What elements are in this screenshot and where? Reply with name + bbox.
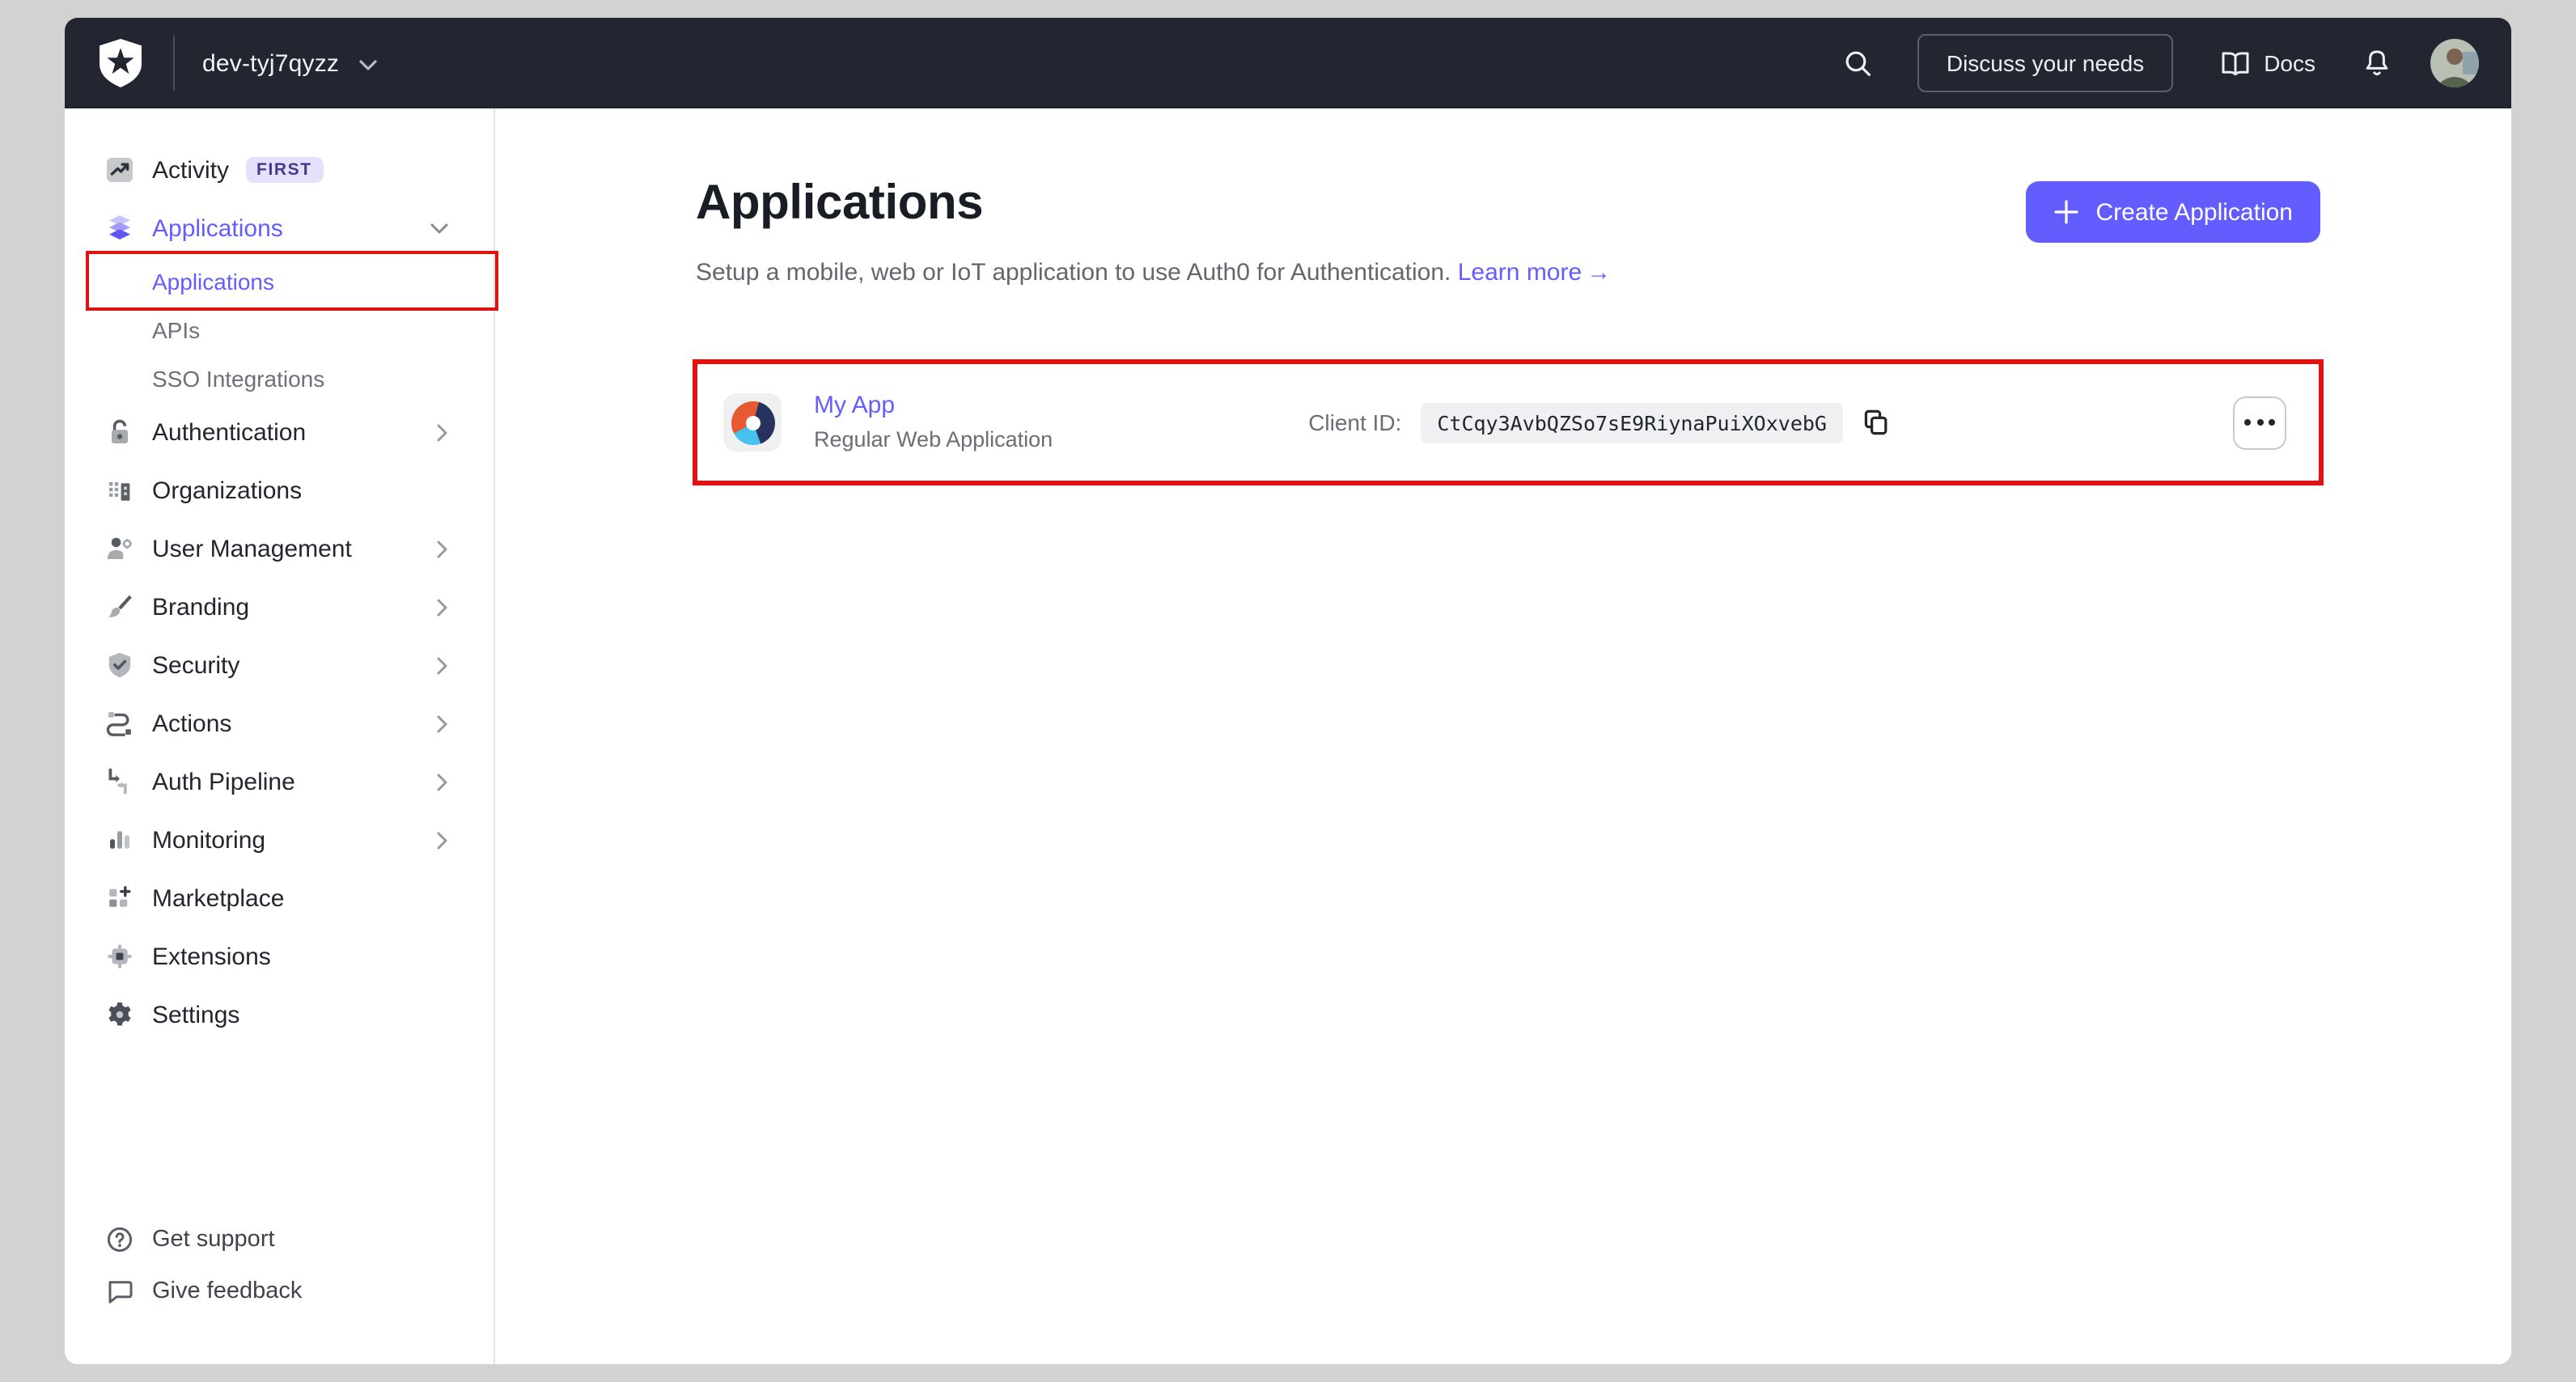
user-gear-icon [105,534,134,563]
sidebar-item-authentication[interactable]: Authentication [65,403,494,461]
sidebar-subitem-label: Applications [152,269,274,295]
sidebar-item-label: Extensions [152,943,271,970]
tenant-name: dev-tyj7qyzz [202,49,340,77]
sidebar-subitem-apis[interactable]: APIs [65,306,494,354]
sidebar-item-label: User Management [152,535,352,562]
sidebar-subitem-label: APIs [152,317,201,343]
application-type: Regular Web Application [814,427,1053,451]
sidebar-item-label: Organizations [152,477,303,504]
chevron-right-icon [437,656,448,674]
chevron-down-icon [430,223,448,234]
create-application-label: Create Application [2095,198,2294,226]
shield-check-icon [105,651,134,680]
sidebar-item-label: Settings [152,1001,240,1028]
chevron-right-icon [437,831,448,849]
lock-icon [105,418,134,447]
sidebar-item-actions[interactable]: Actions [65,694,494,752]
annotation-box-sidebar [86,251,498,311]
sidebar-item-marketplace[interactable]: Marketplace [65,869,494,927]
user-avatar[interactable] [2430,39,2479,87]
sidebar-item-settings[interactable]: Settings [65,986,494,1044]
sidebar-item-applications[interactable]: Applications [65,199,494,257]
application-row: My App Regular Web Application Client ID… [693,359,2324,485]
chat-bubble-icon [105,1277,134,1306]
application-identity: My App Regular Web Application [723,392,1053,453]
sidebar-item-label: Marketplace [152,884,285,912]
plus-icon [2054,200,2079,224]
docs-link[interactable]: Docs [2220,49,2315,77]
first-badge: FIRST [245,156,324,184]
search-icon[interactable] [1843,48,1874,78]
page: dev-tyj7qyzz Discuss your needs Docs Act… [0,0,2576,1382]
chevron-right-icon [437,714,448,732]
discuss-your-needs-button[interactable]: Discuss your needs [1917,34,2174,92]
topbar-actions: Discuss your needs Docs [1843,34,2479,92]
sidebar-item-organizations[interactable]: Organizations [65,461,494,519]
footer-item-label: Get support [152,1227,275,1253]
give-feedback-link[interactable]: Give feedback [65,1267,494,1316]
sidebar-item-label: Monitoring [152,826,266,854]
sidebar-item-auth-pipeline[interactable]: Auth Pipeline [65,752,494,811]
paintbrush-icon [105,592,134,621]
layers-icon [105,214,134,243]
sidebar-footer: Get support Give feedback [65,1215,494,1316]
pipeline-icon [105,767,134,796]
sidebar: Activity FIRST Applications Applications… [65,108,498,1364]
bar-chart-icon [105,825,134,854]
sidebar-item-label: Applications [152,214,283,242]
sidebar-subitem-label: SSO Integrations [152,366,325,392]
app-swirl-icon [731,401,774,444]
gear-icon [105,1000,134,1029]
sidebar-item-label: Branding [152,593,250,621]
sidebar-subitem-applications[interactable]: Applications [65,251,498,311]
client-id-label: Client ID: [1308,409,1402,435]
app-window: dev-tyj7qyzz Discuss your needs Docs Act… [65,18,2511,1364]
top-navbar: dev-tyj7qyzz Discuss your needs Docs [65,18,2511,108]
docs-label: Docs [2264,50,2315,76]
chevron-right-icon [437,598,448,616]
notifications-bell-icon[interactable] [2362,48,2392,78]
client-id-group: Client ID: CtCqy3AvbQZSo7sE9RiynaPuiXOxv… [1308,402,1890,443]
sidebar-item-label: Security [152,651,240,679]
main-content: Applications Setup a mobile, web or IoT … [495,108,2511,1364]
sidebar-item-monitoring[interactable]: Monitoring [65,811,494,869]
sidebar-item-user-management[interactable]: User Management [65,519,494,578]
auth0-logo-icon[interactable] [99,39,142,87]
sidebar-item-extensions[interactable]: Extensions [65,927,494,986]
application-name-link[interactable]: My App [814,392,1053,421]
copy-icon[interactable] [1861,408,1890,437]
page-subtitle: Setup a mobile, web or IoT application t… [696,257,1611,290]
page-title: Applications [696,176,984,230]
grid-plus-icon [105,884,134,913]
create-application-button[interactable]: Create Application [2026,181,2320,243]
organization-building-icon [105,476,134,505]
sidebar-item-label: Actions [152,710,232,737]
sidebar-subitem-sso-integrations[interactable]: SSO Integrations [65,354,494,403]
chevron-right-icon [437,423,448,441]
chevron-right-icon [437,773,448,791]
sidebar-item-branding[interactable]: Branding [65,578,494,636]
help-circle-icon [105,1225,134,1254]
sidebar-item-label: Auth Pipeline [152,768,295,795]
get-support-link[interactable]: Get support [65,1215,494,1264]
sidebar-item-label: Activity [152,156,230,184]
subtitle-text: Setup a mobile, web or IoT application t… [696,259,1451,286]
book-icon [2222,51,2249,75]
topbar-divider [173,36,175,91]
chevron-right-icon [437,540,448,557]
chip-icon [105,942,134,971]
learn-more-link[interactable]: Learn more [1458,259,1582,286]
application-logo [723,393,782,451]
sidebar-item-activity[interactable]: Activity FIRST [65,141,494,199]
application-actions-menu-button[interactable] [2233,396,2286,449]
flow-connector-icon [105,709,134,738]
chevron-down-icon [358,59,376,70]
footer-item-label: Give feedback [152,1278,303,1304]
arrow-right-icon: → [1587,259,1612,286]
client-id-value: CtCqy3AvbQZSo7sE9RiynaPuiXOxvebG [1421,402,1843,443]
tenant-switcher[interactable]: dev-tyj7qyzz [202,49,376,77]
sidebar-item-label: Authentication [152,418,307,446]
activity-chart-icon [105,155,134,184]
sidebar-item-security[interactable]: Security [65,636,494,694]
